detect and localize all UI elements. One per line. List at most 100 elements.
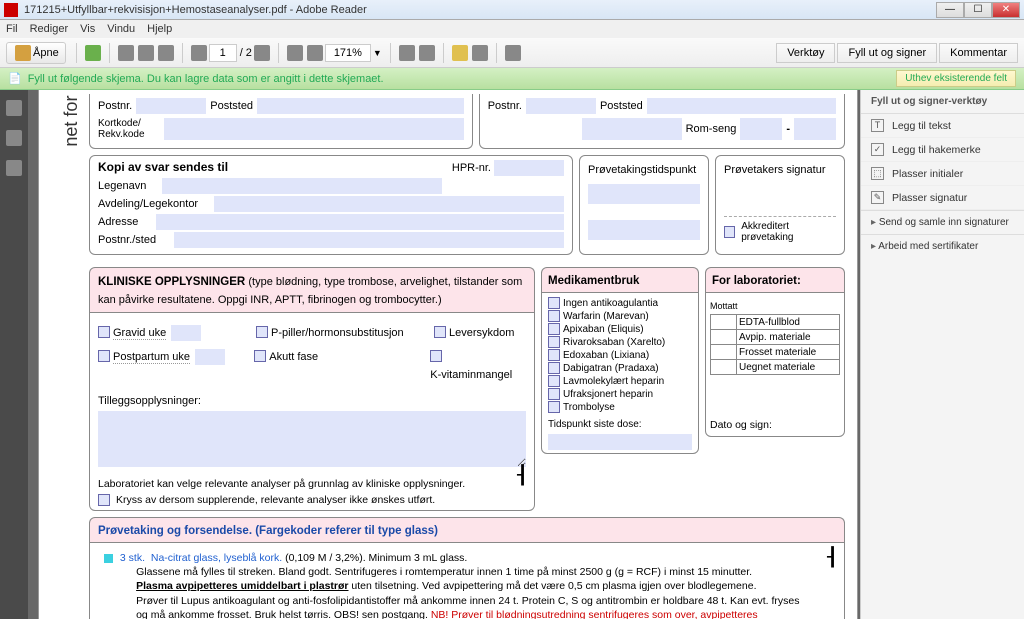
highlight-fields-button[interactable]: Uthev eksisterende felt (896, 70, 1016, 87)
mottatt-label: Mottatt (710, 301, 738, 311)
sidebar-expander-2[interactable]: Arbeid med sertifikater (861, 234, 1024, 258)
poststed-label-2: Poststed (600, 100, 643, 112)
dato-input-2[interactable] (588, 220, 700, 240)
dato-input-1[interactable] (588, 184, 700, 204)
adresse-input[interactable] (156, 214, 564, 230)
rom-input[interactable] (740, 118, 782, 140)
postnr-input-2[interactable] (526, 98, 596, 114)
maximize-button[interactable]: ☐ (964, 2, 992, 18)
signatures-icon[interactable] (6, 160, 22, 176)
avdeling-input[interactable] (214, 196, 564, 212)
med-checkbox[interactable] (548, 336, 560, 348)
sidebar-tool-item[interactable]: ✓Legg til hakemerke (861, 138, 1024, 162)
close-button[interactable]: ✕ (992, 2, 1020, 18)
sidebar-tool-item[interactable]: ⬚Plasser initialer (861, 162, 1024, 186)
med-checkbox[interactable] (548, 323, 560, 335)
sidebar-tool-item[interactable]: ✎Plasser signatur (861, 186, 1024, 210)
kortkode-label: Kortkode/ Rekv.kode (98, 118, 160, 140)
med-checkbox[interactable] (548, 362, 560, 374)
tool-icon-4[interactable] (505, 45, 521, 61)
folder-icon (15, 45, 31, 61)
zoom-in-icon[interactable] (307, 45, 323, 61)
comment-icon[interactable] (452, 45, 468, 61)
lever-checkbox[interactable] (434, 326, 446, 338)
sidebar-tool-icon: T (871, 119, 884, 132)
hpr-input[interactable] (494, 160, 564, 176)
tillegg-textarea[interactable] (98, 411, 526, 467)
postnr-label: Postnr. (98, 100, 132, 112)
poststed-label: Poststed (210, 100, 253, 112)
med-checkbox[interactable] (548, 349, 560, 361)
hpr-label: HPR-nr. (452, 162, 491, 174)
menu-bar: Fil Rediger Vis Vindu Hjelp (0, 20, 1024, 38)
zoom-out-icon[interactable] (287, 45, 303, 61)
kryss-checkbox[interactable] (98, 494, 110, 506)
med-checkbox[interactable] (548, 310, 560, 322)
akkreditert-checkbox[interactable] (724, 226, 735, 238)
med-item: Edoxaban (Lixiana) (548, 349, 692, 361)
ppiller-checkbox[interactable] (256, 326, 268, 338)
attachments-icon[interactable] (6, 130, 22, 146)
page-up-icon[interactable] (191, 45, 207, 61)
avdeling-label: Avdeling/Legekontor (98, 198, 210, 210)
legenavn-input[interactable] (162, 178, 442, 194)
menu-hjelp[interactable]: Hjelp (147, 23, 172, 35)
zoom-dropdown-icon[interactable]: ▼ (373, 48, 382, 58)
med-checkbox[interactable] (548, 297, 560, 309)
save-icon[interactable] (118, 45, 134, 61)
sidebar-expander-1[interactable]: Send og samle inn signaturer (861, 210, 1024, 234)
kommentar-button[interactable]: Kommentar (939, 43, 1018, 63)
email-icon[interactable] (158, 45, 174, 61)
tool-icon-1[interactable] (399, 45, 415, 61)
zoom-input[interactable] (325, 44, 371, 62)
sidebar-tool-item[interactable]: TLegg til tekst (861, 114, 1024, 138)
document-viewport[interactable]: net for hemostaseanalyser, Rikshospitale… (28, 90, 860, 619)
akutt-checkbox[interactable] (254, 350, 266, 362)
tool-icon-2[interactable] (419, 45, 435, 61)
menu-vindu[interactable]: Vindu (107, 23, 135, 35)
left-nav-rail (0, 90, 28, 619)
print-icon[interactable] (138, 45, 154, 61)
main-toolbar: Åpne / 2 ▼ Verktøy Fyll ut og signer Kom… (0, 38, 1024, 68)
med-checkbox[interactable] (548, 388, 560, 400)
pdf-page: net for hemostaseanalyser, Rikshospitale… (38, 90, 858, 619)
lab-row: EDTA-fullblod (711, 315, 840, 330)
tidspunkt-input[interactable] (548, 434, 692, 450)
postpartum-input[interactable] (195, 349, 225, 365)
tool-icon-3[interactable] (472, 45, 488, 61)
provetid-header: Prøvetakingstidspunkt (588, 164, 696, 176)
patient-box: Postnr. Poststed Rom-seng - (479, 94, 845, 149)
gravid-checkbox[interactable] (98, 326, 110, 338)
open-button[interactable]: Åpne (6, 42, 66, 64)
create-pdf-icon[interactable] (85, 45, 101, 61)
postpartum-checkbox[interactable] (98, 350, 110, 362)
menu-fil[interactable]: Fil (6, 23, 18, 35)
med-item: Warfarin (Marevan) (548, 310, 692, 322)
med-item: Apixaban (Eliquis) (548, 323, 692, 335)
page-down-icon[interactable] (254, 45, 270, 61)
postnr-input[interactable] (136, 98, 206, 114)
seng-input[interactable] (794, 118, 836, 140)
med-checkbox[interactable] (548, 401, 560, 413)
verktoy-button[interactable]: Verktøy (776, 43, 835, 63)
menu-vis[interactable]: Vis (80, 23, 95, 35)
poststed-input[interactable] (257, 98, 464, 114)
extra-input[interactable] (582, 118, 682, 140)
poststed-input-2[interactable] (647, 98, 836, 114)
sender-box: Postnr. Poststed Kortkode/ Rekv.kode (89, 94, 473, 149)
thumbnails-icon[interactable] (6, 100, 22, 116)
kortkode-input[interactable] (164, 118, 464, 140)
gravid-input[interactable] (171, 325, 201, 341)
med-item: Ufraksjonert heparin (548, 388, 692, 400)
menu-rediger[interactable]: Rediger (30, 23, 69, 35)
postnrsted-input[interactable] (174, 232, 564, 248)
kvit-checkbox[interactable] (430, 350, 442, 362)
minimize-button[interactable]: — (936, 2, 964, 18)
tillegg-label: Tilleggsopplysninger: (98, 395, 201, 407)
page-number-input[interactable] (209, 44, 237, 62)
lab-row: Avpip. materiale (711, 330, 840, 345)
med-checkbox[interactable] (548, 375, 560, 387)
akkreditert-label: Akkreditert prøvetaking (741, 221, 836, 243)
med-item: Ingen antikoagulantia (548, 297, 692, 309)
fyll-ut-signer-button[interactable]: Fyll ut og signer (837, 43, 937, 63)
